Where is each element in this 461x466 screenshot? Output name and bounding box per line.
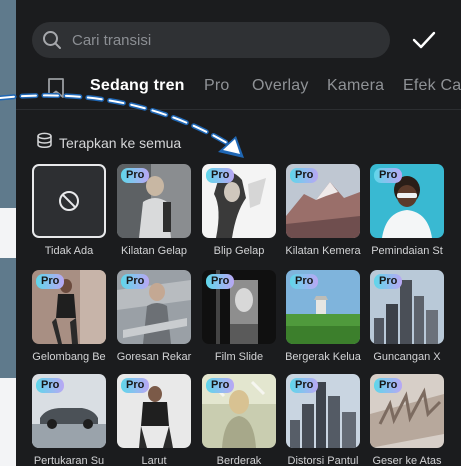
transition-item-pemindaian[interactable]: Pro Pemindaian St <box>370 164 444 260</box>
transition-thumbnail: Pro <box>117 374 191 448</box>
transition-thumbnail: Pro <box>117 270 191 344</box>
pro-badge: Pro <box>374 274 403 289</box>
transition-thumbnail: Pro <box>32 270 106 344</box>
transition-label: Berderak <box>216 455 262 466</box>
transition-label: Gelombang Be <box>32 351 106 363</box>
pro-badge: Pro <box>290 378 319 393</box>
transition-item-blip-gelap[interactable]: Pro Blip Gelap <box>202 164 276 260</box>
transition-thumbnail: Pro <box>202 270 276 344</box>
transition-label: Film Slide <box>214 351 264 363</box>
checkmark-icon[interactable] <box>410 26 438 54</box>
transition-label: Kilatan Gelap <box>120 245 188 257</box>
transition-thumbnail: Pro <box>370 164 444 238</box>
pro-badge: Pro <box>121 378 150 393</box>
tab-overlay[interactable]: Overlay <box>252 77 309 95</box>
search-input[interactable] <box>72 31 362 49</box>
search-icon <box>42 30 62 50</box>
apply-to-all-button[interactable]: Terapkan ke semua <box>36 132 181 154</box>
tab-sedang-tren[interactable]: Sedang tren <box>90 77 185 95</box>
transition-label: Blip Gelap <box>213 245 265 257</box>
background-block-bottom <box>0 258 16 378</box>
pro-badge: Pro <box>374 168 403 183</box>
transition-item-film-slide[interactable]: Pro Film Slide <box>202 270 276 366</box>
tab-kamera[interactable]: Kamera <box>327 77 384 95</box>
pro-badge: Pro <box>121 168 150 183</box>
apply-to-all-label: Terapkan ke semua <box>59 135 182 151</box>
transition-thumbnail: Pro <box>202 164 276 238</box>
transition-item-pertukaran[interactable]: Pro Pertukaran Su <box>32 374 106 466</box>
transition-label: Geser ke Atas <box>372 455 442 466</box>
transition-thumbnail: Pro <box>117 164 191 238</box>
pro-badge: Pro <box>374 378 403 393</box>
transition-label: Guncangan X <box>373 351 441 363</box>
tab-efek[interactable]: Efek Ca <box>403 77 461 95</box>
transition-thumbnail <box>32 164 106 238</box>
transition-label: Larut <box>141 455 167 466</box>
pro-badge: Pro <box>36 274 65 289</box>
transition-item-geser-ke-atas[interactable]: Pro Geser ke Atas <box>370 374 444 466</box>
transition-thumbnail: Pro <box>286 374 360 448</box>
bookmark-icon[interactable] <box>46 77 66 99</box>
transition-panel: Sedang tren Pro Overlay Kamera Efek Ca T… <box>16 0 461 466</box>
transition-label: Goresan Rekar <box>116 351 192 363</box>
tab-pro[interactable]: Pro <box>204 77 230 95</box>
transition-item-kilatan-gelap[interactable]: Pro Kilatan Gelap <box>117 164 191 260</box>
no-entry-icon <box>58 190 80 212</box>
pro-badge: Pro <box>290 168 319 183</box>
transition-item-goresan[interactable]: Pro Goresan Rekar <box>117 270 191 366</box>
pro-badge: Pro <box>36 378 65 393</box>
transition-thumbnail: Pro <box>286 270 360 344</box>
pro-badge: Pro <box>290 274 319 289</box>
transition-item-berderak[interactable]: Pro Berderak <box>202 374 276 466</box>
transition-item-guncangan[interactable]: Pro Guncangan X <box>370 270 444 366</box>
transition-thumbnail: Pro <box>370 270 444 344</box>
background-block-top <box>0 0 16 208</box>
pro-badge: Pro <box>206 378 235 393</box>
transition-item-bergerak[interactable]: Pro Bergerak Kelua <box>285 270 361 366</box>
category-tabs: Sedang tren Pro Overlay Kamera Efek Ca <box>16 66 461 110</box>
pro-badge: Pro <box>206 274 235 289</box>
transition-item-tidak-ada[interactable]: Tidak Ada <box>32 164 106 260</box>
layers-icon <box>36 132 53 154</box>
pro-badge: Pro <box>206 168 235 183</box>
transition-label: Bergerak Kelua <box>285 351 361 363</box>
pro-badge: Pro <box>121 274 150 289</box>
transition-thumbnail: Pro <box>32 374 106 448</box>
transition-label: Kilatan Kemera <box>285 245 361 257</box>
transition-label: Pemindaian St <box>371 245 443 257</box>
transition-thumbnail: Pro <box>370 374 444 448</box>
transition-item-distorsi[interactable]: Pro Distorsi Pantul <box>286 374 360 466</box>
transition-label: Tidak Ada <box>44 245 94 257</box>
search-bar[interactable] <box>32 22 390 58</box>
transition-item-gelombang[interactable]: Pro Gelombang Be <box>32 270 106 366</box>
transition-label: Pertukaran Su <box>33 455 105 466</box>
transition-item-kilatan-kemera[interactable]: Pro Kilatan Kemera <box>285 164 361 260</box>
transition-thumbnail: Pro <box>286 164 360 238</box>
transition-item-larut[interactable]: Pro Larut <box>117 374 191 466</box>
transition-thumbnail: Pro <box>202 374 276 448</box>
transition-label: Distorsi Pantul <box>287 455 359 466</box>
